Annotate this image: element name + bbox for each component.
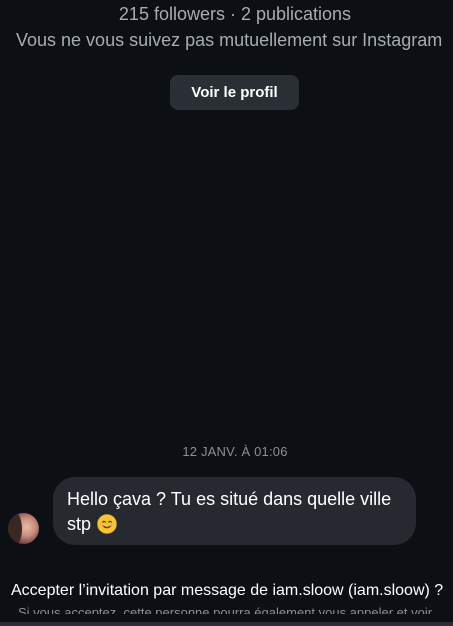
- message-timestamp: 12 JANV. À 01:06: [182, 444, 288, 459]
- sender-avatar[interactable]: [8, 513, 39, 544]
- dm-thread-screen: 215 followers · 2 publications Vous ne v…: [0, 0, 453, 626]
- invitation-subtext: Si vous acceptez, cette personne pourra …: [18, 605, 433, 614]
- bottom-divider: [0, 622, 453, 626]
- message-bubble[interactable]: Hello çava ? Tu es situé dans quelle vil…: [53, 477, 416, 545]
- view-profile-button[interactable]: Voir le profil: [170, 75, 299, 110]
- invitation-prompt: Accepter l’invitation par message de iam…: [11, 582, 444, 599]
- mutual-follow-note: Vous ne vous suivez pas mutuellement sur…: [16, 30, 443, 50]
- smiling-face-emoji-icon: [97, 514, 118, 534]
- profile-stats: 215 followers · 2 publications: [118, 4, 352, 24]
